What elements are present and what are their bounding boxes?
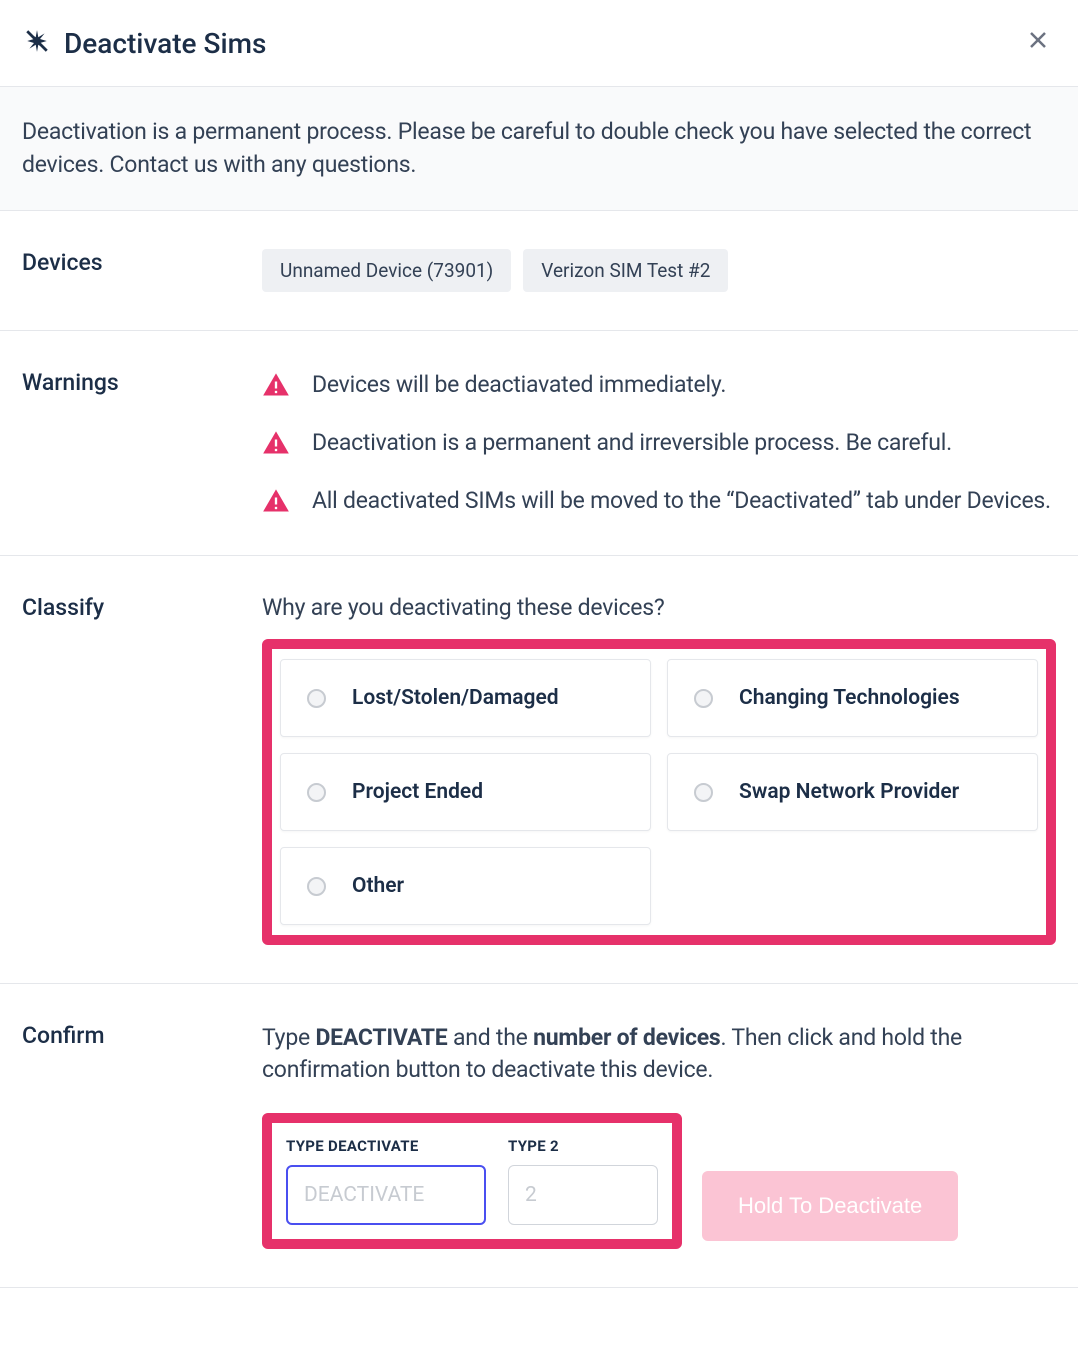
confirm-label: Confirm	[22, 1022, 262, 1248]
classify-highlight: Lost/Stolen/Damaged Changing Technologie…	[262, 639, 1056, 945]
input-group-count: TYPE 2	[508, 1137, 658, 1225]
radio-icon	[307, 689, 326, 708]
radio-option-lost[interactable]: Lost/Stolen/Damaged	[280, 659, 651, 737]
dialog-title: Deactivate Sims	[64, 27, 266, 60]
warning-text: Devices will be deactiavated immediately…	[312, 369, 726, 401]
warnings-section: Warnings Devices will be deactiavated im…	[0, 331, 1078, 557]
confirm-instruction: Type DEACTIVATE and the number of device…	[262, 1022, 1056, 1086]
alert-icon	[262, 487, 290, 515]
warning-item: All deactivated SIMs will be moved to th…	[262, 485, 1056, 517]
count-input[interactable]	[508, 1165, 658, 1225]
radio-label: Changing Technologies	[739, 686, 960, 710]
radio-option-swap-network[interactable]: Swap Network Provider	[667, 753, 1038, 831]
warning-text: Deactivation is a permanent and irrevers…	[312, 427, 952, 459]
radio-icon	[307, 783, 326, 802]
warning-text: All deactivated SIMs will be moved to th…	[312, 485, 1051, 517]
confirm-text-bold: DEACTIVATE	[315, 1024, 447, 1051]
dialog-header: Deactivate Sims	[0, 0, 1078, 87]
header-left: Deactivate Sims	[24, 27, 266, 60]
hold-to-deactivate-button[interactable]: Hold To Deactivate	[702, 1171, 958, 1241]
devices-label: Devices	[22, 249, 262, 292]
classify-section: Classify Why are you deactivating these …	[0, 556, 1078, 984]
input-label-deactivate: TYPE DEACTIVATE	[286, 1137, 486, 1155]
warning-item: Deactivation is a permanent and irrevers…	[262, 427, 1056, 459]
warning-list: Devices will be deactiavated immediately…	[262, 369, 1056, 518]
warnings-label: Warnings	[22, 369, 262, 518]
confirm-row: TYPE DEACTIVATE TYPE 2 Hold To Deactivat…	[262, 1113, 1056, 1249]
input-group-deactivate: TYPE DEACTIVATE	[286, 1137, 486, 1225]
confirm-section: Confirm Type DEACTIVATE and the number o…	[0, 984, 1078, 1287]
close-button[interactable]	[1022, 24, 1054, 62]
confirm-text-part: Type	[262, 1024, 315, 1051]
radio-icon	[694, 783, 713, 802]
warning-banner: Deactivation is a permanent process. Ple…	[0, 87, 1078, 211]
confirm-highlight: TYPE DEACTIVATE TYPE 2	[262, 1113, 682, 1249]
deactivate-input[interactable]	[286, 1165, 486, 1225]
radio-label: Swap Network Provider	[739, 780, 959, 804]
close-icon	[1026, 28, 1050, 52]
devices-section: Devices Unnamed Device (73901) Verizon S…	[0, 211, 1078, 331]
device-chip: Unnamed Device (73901)	[262, 249, 511, 292]
radio-label: Lost/Stolen/Damaged	[352, 686, 559, 710]
radio-option-other[interactable]: Other	[280, 847, 651, 925]
classify-content: Why are you deactivating these devices? …	[262, 594, 1056, 945]
warning-item: Devices will be deactiavated immediately…	[262, 369, 1056, 401]
classify-radio-grid: Lost/Stolen/Damaged Changing Technologie…	[280, 659, 1038, 925]
devices-content: Unnamed Device (73901) Verizon SIM Test …	[262, 249, 1056, 292]
radio-option-changing-tech[interactable]: Changing Technologies	[667, 659, 1038, 737]
radio-label: Project Ended	[352, 780, 483, 804]
confirm-text-bold: number of devices	[533, 1024, 720, 1051]
confirm-text-part: and the	[447, 1024, 533, 1051]
device-chip: Verizon SIM Test #2	[523, 249, 728, 292]
classify-question: Why are you deactivating these devices?	[262, 594, 1056, 621]
input-label-count: TYPE 2	[508, 1137, 658, 1155]
radio-icon	[307, 877, 326, 896]
radio-label: Other	[352, 874, 404, 898]
device-chips: Unnamed Device (73901) Verizon SIM Test …	[262, 249, 1056, 292]
radio-icon	[694, 689, 713, 708]
deactivate-icon	[24, 28, 50, 58]
classify-label: Classify	[22, 594, 262, 945]
alert-icon	[262, 371, 290, 399]
warnings-content: Devices will be deactiavated immediately…	[262, 369, 1056, 518]
confirm-content: Type DEACTIVATE and the number of device…	[262, 1022, 1056, 1248]
alert-icon	[262, 429, 290, 457]
radio-option-project-ended[interactable]: Project Ended	[280, 753, 651, 831]
